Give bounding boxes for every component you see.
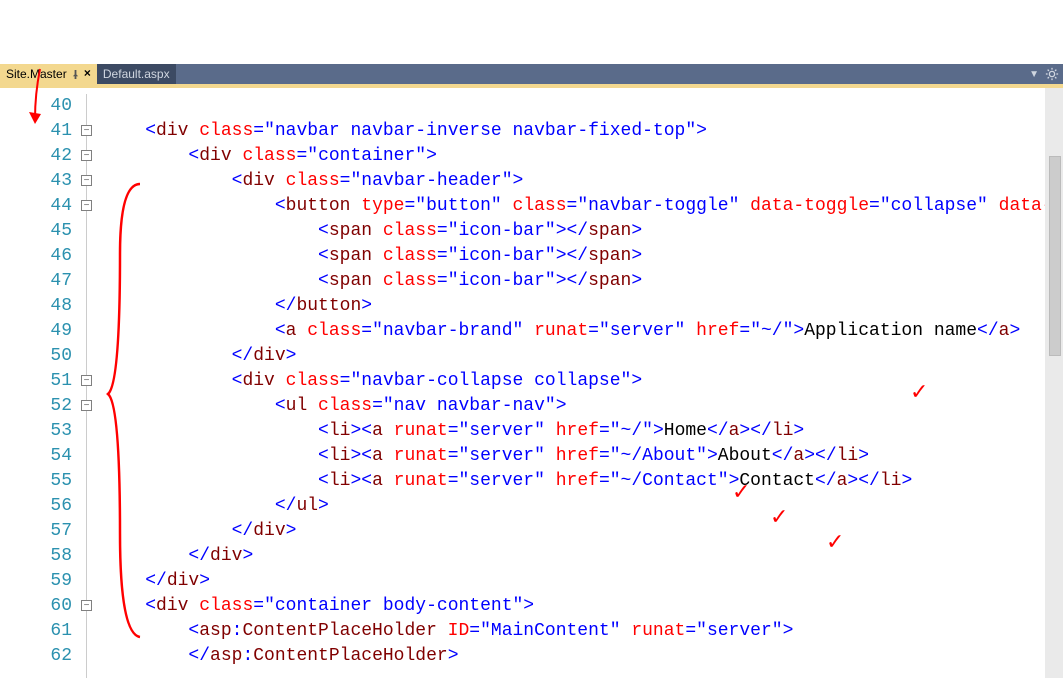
vs-editor-window: Site.Master × Default.aspx ▼ 40414243444… (0, 64, 1063, 693)
tab-label: Site.Master (6, 67, 67, 81)
code-line[interactable]: <div class="container body-content"> (102, 594, 1063, 619)
line-number: 41 (0, 119, 72, 144)
line-number: 51 (0, 369, 72, 394)
code-line[interactable]: <asp:ContentPlaceHolder ID="MainContent"… (102, 619, 1063, 644)
code-line[interactable]: </div> (102, 569, 1063, 594)
line-number-gutter: 4041424344454647484950515253545556575859… (0, 88, 78, 678)
tab-overflow-chevron-icon[interactable]: ▼ (1029, 69, 1039, 80)
code-line[interactable]: <div class="navbar-header"> (102, 169, 1063, 194)
line-number: 43 (0, 169, 72, 194)
vertical-scrollbar[interactable] (1045, 88, 1063, 678)
line-number: 58 (0, 544, 72, 569)
tab-site-master[interactable]: Site.Master × (0, 64, 97, 84)
tab-default-aspx[interactable]: Default.aspx (97, 64, 176, 84)
line-number: 46 (0, 244, 72, 269)
tab-label: Default.aspx (103, 67, 170, 81)
code-line[interactable]: </ul> (102, 494, 1063, 519)
fold-toggle[interactable]: − (81, 175, 92, 186)
code-line[interactable]: <span class="icon-bar"></span> (102, 269, 1063, 294)
code-line[interactable]: </div> (102, 344, 1063, 369)
code-line[interactable]: <li><a runat="server" href="~/About">Abo… (102, 444, 1063, 469)
line-number: 62 (0, 644, 72, 669)
code-editor[interactable]: 4041424344454647484950515253545556575859… (0, 88, 1063, 678)
pin-icon[interactable] (71, 70, 80, 79)
line-number: 53 (0, 419, 72, 444)
close-icon[interactable]: × (84, 67, 91, 81)
line-number: 61 (0, 619, 72, 644)
code-line[interactable]: <button type="button" class="navbar-togg… (102, 194, 1063, 219)
annotation-check: ✓ (826, 529, 844, 555)
code-line[interactable]: <span class="icon-bar"></span> (102, 219, 1063, 244)
line-number: 40 (0, 94, 72, 119)
line-number: 52 (0, 394, 72, 419)
code-line[interactable]: <span class="icon-bar"></span> (102, 244, 1063, 269)
fold-toggle[interactable]: − (81, 125, 92, 136)
line-number: 45 (0, 219, 72, 244)
code-line[interactable]: <div class="navbar navbar-inverse navbar… (102, 119, 1063, 144)
outlining-margin[interactable]: − − − − − − − (78, 88, 96, 678)
code-line[interactable]: <div class="container"> (102, 144, 1063, 169)
line-number: 47 (0, 269, 72, 294)
document-tab-bar: Site.Master × Default.aspx ▼ (0, 64, 1063, 84)
fold-toggle[interactable]: − (81, 375, 92, 386)
code-line[interactable] (102, 94, 1063, 119)
line-number: 57 (0, 519, 72, 544)
fold-toggle[interactable]: − (81, 200, 92, 211)
line-number: 60 (0, 594, 72, 619)
line-number: 42 (0, 144, 72, 169)
code-line[interactable]: </asp:ContentPlaceHolder> (102, 644, 1063, 669)
line-number: 55 (0, 469, 72, 494)
code-line[interactable]: <li><a runat="server" href="~/Contact">C… (102, 469, 1063, 494)
line-number: 50 (0, 344, 72, 369)
scrollbar-thumb[interactable] (1049, 156, 1061, 356)
annotation-check: ✓ (732, 479, 750, 505)
fold-toggle[interactable]: − (81, 400, 92, 411)
annotation-check: ✓ (770, 504, 788, 530)
line-number: 49 (0, 319, 72, 344)
line-number: 56 (0, 494, 72, 519)
line-number: 44 (0, 194, 72, 219)
line-number: 48 (0, 294, 72, 319)
code-line[interactable]: </div> (102, 519, 1063, 544)
fold-toggle[interactable]: − (81, 600, 92, 611)
code-line[interactable]: </button> (102, 294, 1063, 319)
fold-toggle[interactable]: − (81, 150, 92, 161)
code-line[interactable]: <li><a runat="server" href="~/">Home</a>… (102, 419, 1063, 444)
line-number: 59 (0, 569, 72, 594)
gear-icon[interactable] (1045, 67, 1059, 81)
code-line[interactable]: </div> (102, 544, 1063, 569)
code-line[interactable]: <a class="navbar-brand" runat="server" h… (102, 319, 1063, 344)
annotation-check: ✓ (910, 379, 928, 405)
line-number: 54 (0, 444, 72, 469)
